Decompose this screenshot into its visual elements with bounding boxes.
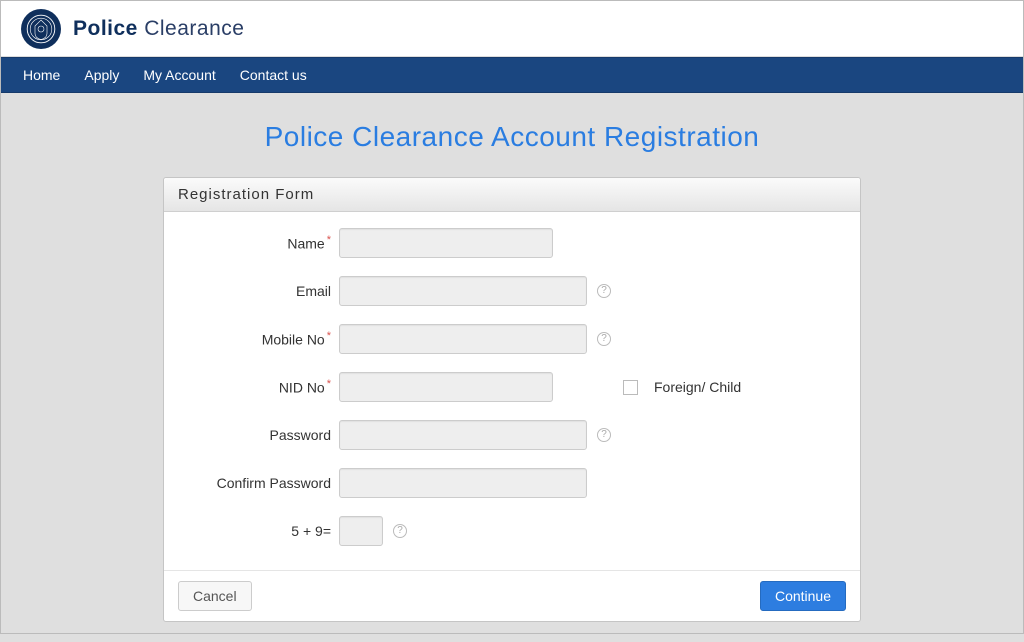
brand-light: Clearance bbox=[138, 17, 245, 40]
mobile-label: Mobile No* bbox=[184, 330, 339, 348]
confirm-password-input[interactable] bbox=[339, 468, 587, 498]
foreign-child-label: Foreign/ Child bbox=[654, 379, 741, 395]
password-label: Password bbox=[184, 427, 339, 443]
captcha-input[interactable] bbox=[339, 516, 383, 546]
confirm-password-label: Confirm Password bbox=[184, 475, 339, 491]
mobile-help-icon[interactable]: ? bbox=[597, 332, 611, 346]
captcha-label: 5 + 9= bbox=[184, 523, 339, 539]
email-help-icon[interactable]: ? bbox=[597, 284, 611, 298]
logo-badge-icon bbox=[21, 9, 61, 49]
nid-input[interactable] bbox=[339, 372, 553, 402]
nav-home[interactable]: Home bbox=[11, 59, 72, 91]
email-input[interactable] bbox=[339, 276, 587, 306]
mobile-input[interactable] bbox=[339, 324, 587, 354]
cancel-button[interactable]: Cancel bbox=[178, 581, 252, 611]
page-title: Police Clearance Account Registration bbox=[1, 121, 1023, 153]
foreign-child-checkbox[interactable] bbox=[623, 380, 638, 395]
password-help-icon[interactable]: ? bbox=[597, 428, 611, 442]
navbar: Home Apply My Account Contact us bbox=[1, 57, 1023, 93]
email-label: Email bbox=[184, 283, 339, 299]
nav-apply[interactable]: Apply bbox=[72, 59, 131, 91]
nav-my-account[interactable]: My Account bbox=[131, 59, 227, 91]
password-input[interactable] bbox=[339, 420, 587, 450]
registration-panel: Registration Form Name* Email ? Mobile N… bbox=[163, 177, 861, 622]
captcha-help-icon[interactable]: ? bbox=[393, 524, 407, 538]
name-label: Name* bbox=[184, 234, 339, 252]
panel-header: Registration Form bbox=[164, 178, 860, 212]
nid-label: NID No* bbox=[184, 378, 339, 396]
header-bar: Police Clearance bbox=[1, 1, 1023, 57]
brand-strong: Police bbox=[73, 17, 138, 40]
continue-button[interactable]: Continue bbox=[760, 581, 846, 611]
brand-title: Police Clearance bbox=[73, 17, 244, 41]
name-input[interactable] bbox=[339, 228, 553, 258]
nav-contact-us[interactable]: Contact us bbox=[228, 59, 319, 91]
